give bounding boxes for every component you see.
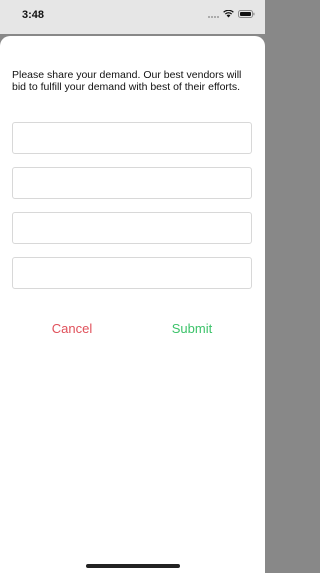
signal-icon — [208, 10, 219, 18]
demand-field-2[interactable] — [12, 167, 252, 199]
demand-sheet: Please share your demand. Our best vendo… — [0, 36, 265, 573]
status-bar: 3:48 — [0, 0, 265, 34]
demand-field-1[interactable] — [12, 122, 252, 154]
wifi-icon — [223, 10, 234, 18]
battery-icon — [238, 10, 255, 18]
status-time: 3:48 — [22, 9, 45, 21]
home-indicator[interactable] — [86, 564, 180, 568]
submit-button[interactable]: Submit — [142, 318, 242, 338]
demand-prompt: Please share your demand. Our best vendo… — [12, 69, 242, 93]
cancel-button[interactable]: Cancel — [22, 318, 122, 338]
demand-field-3[interactable] — [12, 212, 252, 244]
status-icons — [208, 10, 255, 18]
demand-field-4[interactable] — [12, 257, 252, 289]
